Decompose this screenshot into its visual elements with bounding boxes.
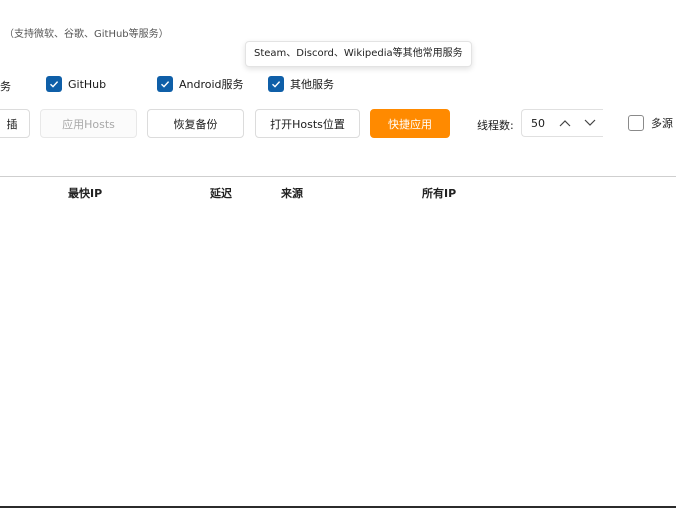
apply-hosts-button[interactable]: 应用Hosts (40, 109, 137, 138)
page-subtitle: （支持微软、谷歌、GitHub等服务） (4, 29, 169, 40)
tooltip: Steam、Discord、Wikipedia等其他常用服务 (245, 41, 472, 67)
checkbox-checked-icon[interactable] (268, 76, 284, 92)
open-hosts-location-button[interactable]: 打开Hosts位置 (255, 109, 360, 138)
multi-source-label: 多源 (651, 117, 673, 130)
multi-source-checkbox[interactable]: 多源 (628, 115, 673, 131)
quick-apply-button[interactable]: 快捷应用 (370, 109, 450, 138)
restore-backup-button[interactable]: 恢复备份 (147, 109, 244, 138)
column-header-source[interactable]: 来源 (281, 185, 303, 201)
column-header-fastest-ip[interactable]: 最快IP (68, 185, 102, 201)
table-header-divider (0, 176, 676, 177)
github-checkbox[interactable]: GitHub (46, 76, 106, 92)
github-label: GitHub (68, 77, 107, 91)
thread-count-stepper[interactable]: 50 (521, 109, 603, 137)
thread-count-value[interactable]: 50 (522, 117, 553, 130)
column-header-latency[interactable]: 延迟 (210, 185, 232, 201)
other-services-label: 其他服务 (290, 78, 334, 91)
service-label-cutoff: 务 (0, 80, 11, 93)
android-label: Android服务 (179, 78, 244, 91)
checkbox-checked-icon[interactable] (46, 76, 62, 92)
chevron-down-icon[interactable] (578, 109, 603, 137)
checkbox-unchecked-icon[interactable] (628, 115, 644, 131)
cutoff-button[interactable]: 插 (0, 109, 30, 138)
android-checkbox[interactable]: Android服务 (157, 76, 244, 92)
other-services-checkbox[interactable]: 其他服务 (268, 76, 334, 92)
checkbox-checked-icon[interactable] (157, 76, 173, 92)
thread-count-label: 线程数: (477, 119, 514, 132)
chevron-up-icon[interactable] (553, 109, 578, 137)
column-header-all-ips[interactable]: 所有IP (422, 185, 456, 201)
